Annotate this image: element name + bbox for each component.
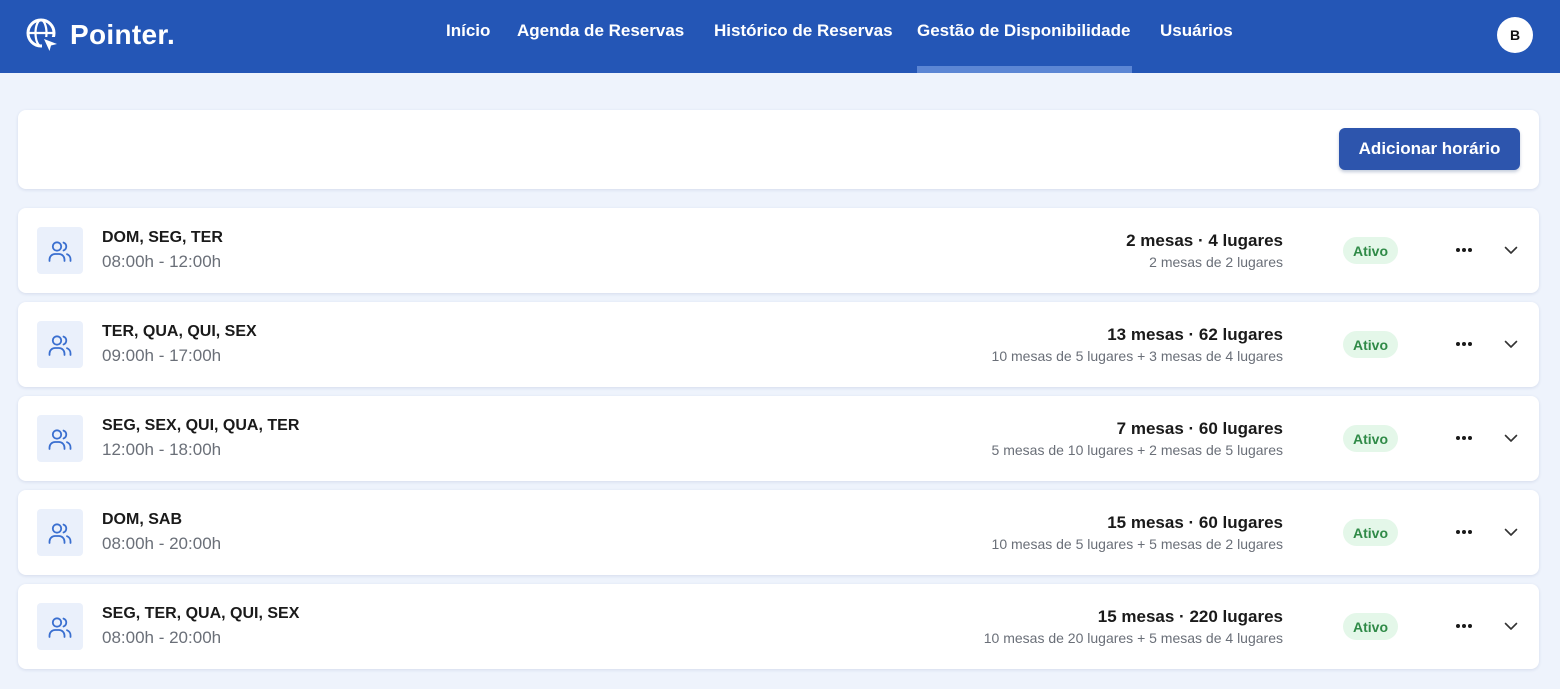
user-avatar[interactable]: B: [1497, 17, 1533, 53]
nav-item-usuarios[interactable]: Usuários: [1160, 21, 1233, 41]
schedule-time: 08:00h - 20:00h: [102, 628, 222, 647]
capacity-summary: 2 mesas · 4 lugares: [1126, 231, 1283, 250]
nav-item-gestao-de-disponibilidade[interactable]: Gestão de Disponibilidade: [917, 21, 1130, 41]
nav-item-historico-de-reservas[interactable]: Histórico de Reservas: [714, 21, 893, 41]
users-icon: [37, 509, 83, 556]
status-badge: Ativo: [1343, 613, 1398, 640]
schedule-row[interactable]: TER, QUA, QUI, SEX 09:00h - 17:00h 13 mesa…: [18, 302, 1539, 387]
capacity-detail: 2 mesas de 2 lugares: [1149, 254, 1283, 270]
schedule-row[interactable]: DOM, SEG, TER 08:00h - 12:00h 2 mesas · 4 …: [18, 208, 1539, 293]
schedule-days: SEG, SEX, QUI, QUA, TER: [102, 417, 300, 434]
more-options-icon[interactable]: [1450, 332, 1478, 356]
capacity-summary: 7 mesas · 60 lugares: [1116, 419, 1283, 438]
capacity-summary: 15 mesas · 60 lugares: [1107, 513, 1283, 532]
more-options-icon[interactable]: [1450, 520, 1478, 544]
globe-pointer-icon: [26, 18, 57, 51]
toolbar-card: Adicionar horário: [18, 110, 1539, 189]
chevron-down-icon[interactable]: [1500, 615, 1522, 637]
active-nav-indicator: [917, 66, 1132, 73]
more-options-icon[interactable]: [1450, 614, 1478, 638]
chevron-down-icon[interactable]: [1500, 521, 1522, 543]
users-icon: [37, 415, 83, 462]
capacity-detail: 5 mesas de 10 lugares + 2 mesas de 5 lug…: [991, 442, 1283, 458]
capacity-detail: 10 mesas de 5 lugares + 3 mesas de 4 lug…: [991, 348, 1283, 364]
schedule-days: TER, QUA, QUI, SEX: [102, 323, 257, 340]
chevron-down-icon[interactable]: [1500, 239, 1522, 261]
users-icon: [37, 321, 83, 368]
brand-name: Pointer.: [70, 19, 176, 50]
capacity-detail: 10 mesas de 20 lugares + 5 mesas de 4 lu…: [983, 630, 1283, 646]
chevron-down-icon[interactable]: [1500, 333, 1522, 355]
nav-item-inicio[interactable]: Início: [446, 21, 490, 41]
schedule-time: 08:00h - 12:00h: [102, 252, 222, 271]
schedule-time: 12:00h - 18:00h: [102, 440, 222, 459]
schedule-time: 08:00h - 20:00h: [102, 534, 222, 553]
nav-item-agenda-de-reservas[interactable]: Agenda de Reservas: [517, 21, 684, 41]
chevron-down-icon[interactable]: [1500, 427, 1522, 449]
capacity-detail: 10 mesas de 5 lugares + 5 mesas de 2 lug…: [991, 536, 1283, 552]
schedule-row[interactable]: SEG, SEX, QUI, QUA, TER 12:00h - 18:00h 7 …: [18, 396, 1539, 481]
schedule-days: DOM, SEG, TER: [102, 229, 223, 246]
more-options-icon[interactable]: [1450, 238, 1478, 262]
schedule-days: DOM, SAB: [102, 511, 182, 528]
schedule-time: 09:00h - 17:00h: [102, 346, 222, 365]
status-badge: Ativo: [1343, 519, 1398, 546]
status-badge: Ativo: [1343, 237, 1398, 264]
more-options-icon[interactable]: [1450, 426, 1478, 450]
schedule-row[interactable]: SEG, TER, QUA, QUI, SEX 08:00h - 20:00h 15…: [18, 584, 1539, 669]
status-badge: Ativo: [1343, 331, 1398, 358]
schedule-row[interactable]: DOM, SAB 08:00h - 20:00h 15 mesas · 60 lug…: [18, 490, 1539, 575]
top-navigation-bar: Pointer. Início Agenda de Reservas Histó…: [0, 0, 1560, 73]
users-icon: [37, 603, 83, 650]
capacity-summary: 13 mesas · 62 lugares: [1107, 325, 1283, 344]
capacity-summary: 15 mesas · 220 lugares: [1097, 607, 1283, 626]
users-icon: [37, 227, 83, 274]
add-schedule-button[interactable]: Adicionar horário: [1339, 128, 1520, 170]
status-badge: Ativo: [1343, 425, 1398, 452]
schedule-days: SEG, TER, QUA, QUI, SEX: [102, 605, 300, 622]
brand-logo[interactable]: Pointer.: [24, 16, 175, 54]
